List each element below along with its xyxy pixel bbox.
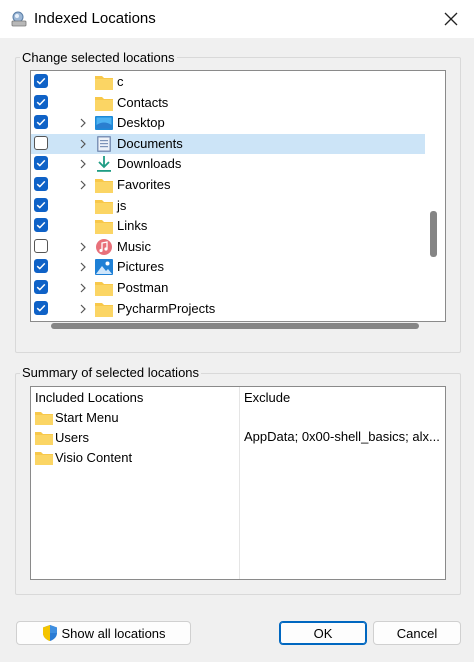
tree-item-contacts[interactable]: Contacts — [31, 93, 425, 113]
checkbox[interactable] — [34, 280, 48, 294]
tree-horizontal-scrollbar[interactable] — [51, 323, 419, 329]
checkmark-icon — [36, 263, 46, 271]
tree-vertical-scrollbar[interactable] — [430, 211, 437, 257]
checkmark-icon — [36, 77, 46, 85]
tree-item-label: js — [117, 197, 127, 213]
folder-icon — [35, 432, 53, 445]
title-bar: Indexed Locations — [0, 0, 474, 38]
tree-item-c[interactable]: c — [31, 72, 425, 92]
tree-item-pycharmprojects[interactable]: PycharmProjects — [31, 299, 425, 319]
checkmark-icon — [36, 222, 46, 229]
tree-item-postman[interactable]: Postman — [31, 278, 425, 298]
checkbox[interactable] — [34, 259, 48, 274]
chevron-right-icon[interactable] — [77, 280, 89, 296]
tree-item-label: PycharmProjects — [117, 300, 216, 316]
music-icon — [95, 238, 113, 255]
checkbox[interactable] — [34, 177, 48, 191]
checkbox[interactable] — [34, 94, 48, 109]
pictures-icon — [95, 259, 113, 276]
ok-button[interactable]: OK — [279, 621, 367, 645]
checkbox[interactable] — [34, 135, 48, 150]
tree-item-label: Documents — [117, 135, 183, 151]
close-button[interactable] — [428, 0, 474, 38]
tree-item-label: Favorites — [117, 177, 171, 192]
checkmark-icon — [36, 283, 46, 291]
chevron-right-icon[interactable] — [77, 239, 89, 255]
exclude-header: Exclude — [244, 390, 291, 405]
tree-item-label: c — [117, 74, 124, 89]
desktop-icon — [95, 115, 113, 131]
tree-item-label: Music — [117, 238, 151, 254]
chevron-right-icon[interactable] — [77, 136, 89, 152]
tree-item-label: Pictures — [117, 259, 164, 275]
folder-icon — [95, 177, 113, 193]
documents-icon — [95, 135, 113, 152]
checkmark-icon — [36, 201, 46, 209]
checkbox[interactable] — [34, 156, 48, 171]
chevron-right-icon[interactable] — [77, 177, 89, 193]
checkbox[interactable] — [34, 74, 48, 88]
tree-item-pictures[interactable]: Pictures — [31, 257, 425, 277]
tree-item-links[interactable]: Links — [31, 216, 425, 236]
included-item-label: Visio Content — [55, 450, 133, 465]
cancel-label: Cancel — [396, 625, 438, 641]
uac-shield-icon — [43, 625, 58, 641]
downloads-icon — [95, 156, 113, 173]
checkbox[interactable] — [34, 300, 48, 315]
folder-icon — [95, 218, 113, 235]
show-all-locations-label: Show all locations — [61, 625, 166, 641]
chevron-right-icon[interactable] — [77, 301, 89, 317]
chevron-right-icon[interactable] — [77, 115, 89, 131]
change-locations-label: Change selected locations — [20, 50, 177, 65]
locations-tree[interactable]: c Contacts Desktop Documents Downloads Favori… — [30, 70, 446, 322]
indexing-icon — [11, 11, 27, 27]
column-divider — [239, 387, 240, 579]
tree-item-downloads[interactable]: Downloads — [31, 154, 425, 174]
checkbox[interactable] — [34, 238, 48, 253]
summary-label: Summary of selected locations — [20, 365, 202, 380]
tree-item-label: Contacts — [117, 94, 169, 110]
chevron-right-icon[interactable] — [77, 156, 89, 172]
ok-label: OK — [313, 625, 333, 641]
included-item-label: Users — [55, 430, 89, 445]
folder-icon — [35, 452, 53, 465]
folder-icon — [95, 74, 113, 90]
included-locations-header: Included Locations — [35, 390, 144, 405]
chevron-right-icon[interactable] — [77, 259, 89, 275]
tree-item-documents[interactable]: Documents — [31, 133, 425, 154]
checkbox[interactable] — [34, 197, 48, 212]
tree-item-music[interactable]: Music — [31, 237, 425, 257]
included-item-label: Start Menu — [55, 410, 119, 425]
exclude-value: AppData; 0x00-shell_basics; alx... — [244, 429, 440, 444]
tree-item-js[interactable]: js — [31, 196, 425, 216]
folder-icon — [95, 280, 113, 296]
tree-item-label: Links — [117, 218, 148, 234]
folder-icon — [95, 95, 113, 111]
checkmark-icon — [36, 160, 46, 168]
tree-item-label: Postman — [117, 280, 169, 295]
checkbox[interactable] — [34, 218, 48, 233]
tree-item-label: Desktop — [117, 115, 165, 131]
show-all-locations-button[interactable]: Show all locations — [16, 621, 191, 645]
checkbox[interactable] — [34, 115, 48, 130]
close-icon — [444, 12, 458, 26]
checkmark-icon — [36, 304, 46, 312]
window-title: Indexed Locations — [34, 10, 156, 27]
cancel-button[interactable]: Cancel — [373, 621, 461, 645]
tree-item-favorites[interactable]: Favorites — [31, 175, 425, 195]
checkmark-icon — [36, 180, 46, 188]
checkmark-icon — [36, 119, 46, 126]
folder-icon — [95, 301, 113, 317]
tree-item-desktop[interactable]: Desktop — [31, 113, 425, 133]
checkmark-icon — [36, 98, 46, 106]
folder-icon — [95, 198, 113, 214]
folder-icon — [35, 412, 53, 425]
tree-item-label: Downloads — [117, 156, 182, 172]
summary-table: Included Locations Exclude Start Menu Us… — [30, 386, 446, 580]
